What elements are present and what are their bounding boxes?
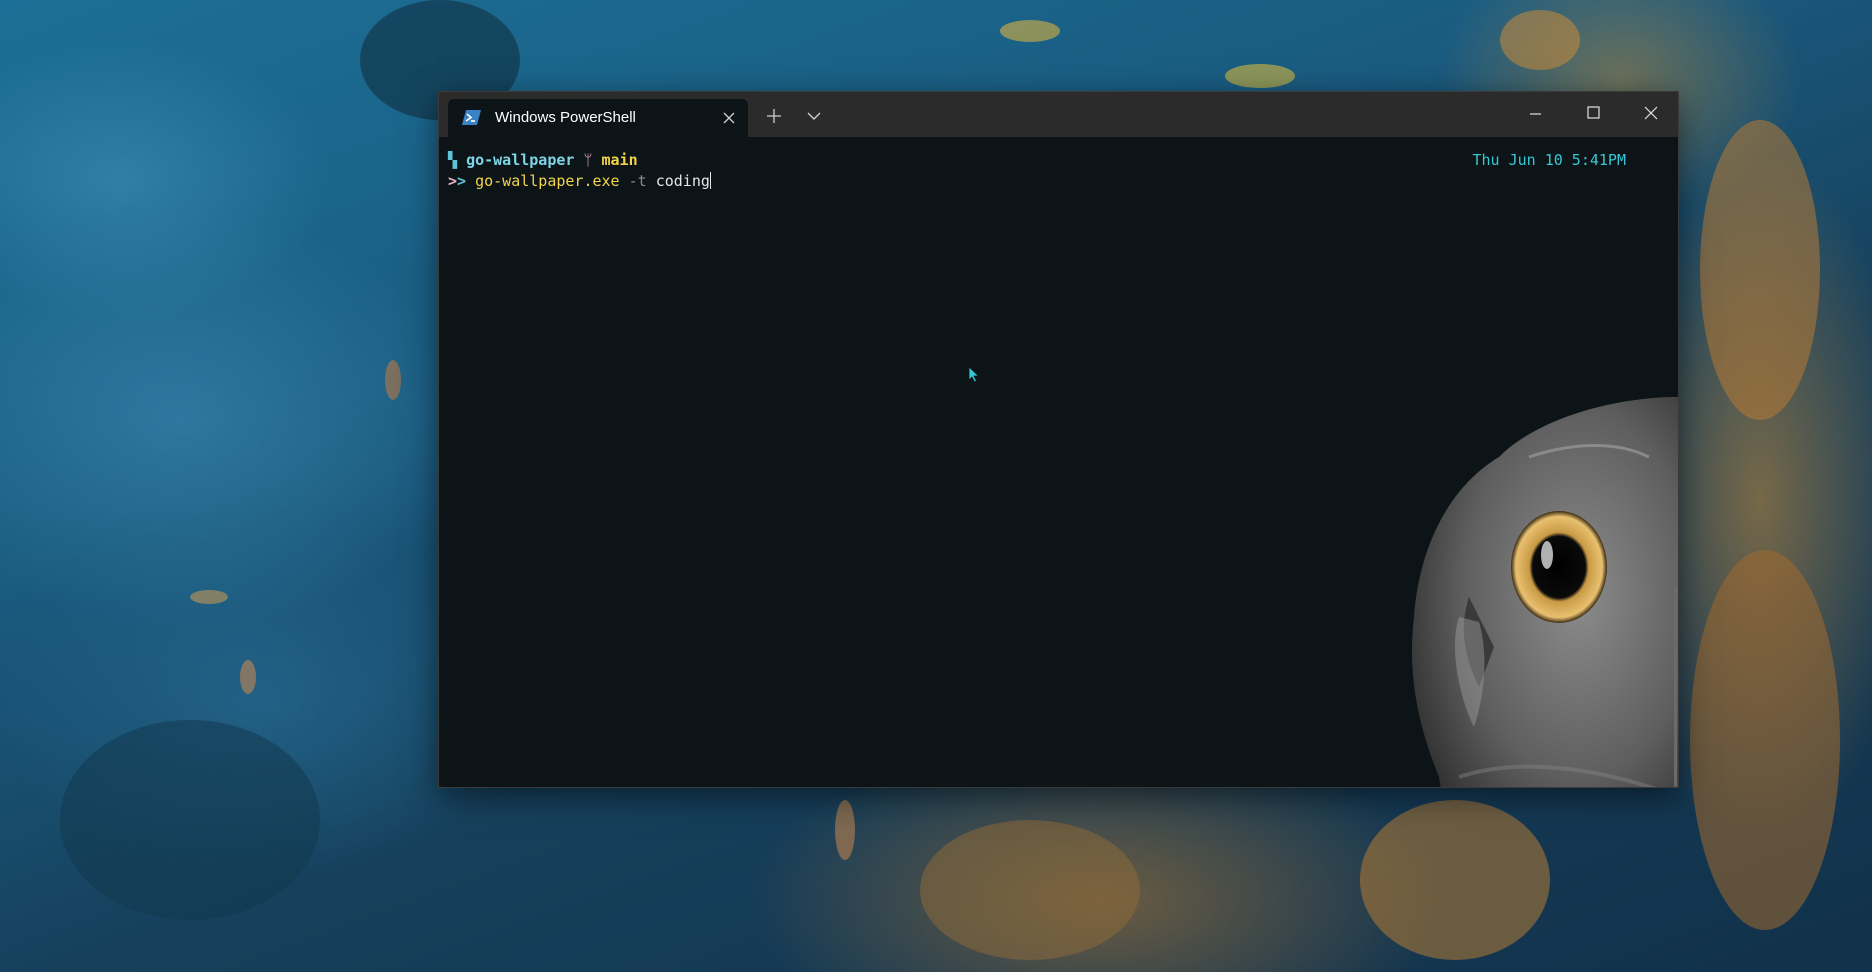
close-icon[interactable] [1622, 92, 1679, 134]
prompt-line: ▚ go-wallpaper ᛘ main [448, 150, 638, 171]
close-icon[interactable] [722, 111, 736, 125]
prompt-directory: go-wallpaper [466, 151, 575, 169]
powershell-icon [462, 110, 481, 125]
chevron-down-icon[interactable] [800, 103, 828, 129]
terminal-window: Windows PowerShell ▚ go-wallpaper ᛘ main… [438, 91, 1679, 788]
vertical-scrollbar[interactable] [1674, 587, 1677, 787]
text-cursor [709, 172, 711, 189]
windows-icon: ▚ [448, 151, 467, 169]
terminal-content[interactable]: ▚ go-wallpaper ᛘ main >> go-wallpaper.ex… [439, 137, 1678, 787]
prompt-chevron-left: > [448, 172, 458, 190]
git-branch-icon: ᛘ [574, 151, 602, 169]
command-argument: coding [655, 172, 710, 190]
tab-title: Windows PowerShell [495, 109, 636, 126]
tab-windows-powershell[interactable]: Windows PowerShell [448, 99, 748, 137]
mouse-pointer-icon [968, 366, 980, 383]
command-line[interactable]: >> go-wallpaper.exe -t coding [448, 171, 711, 192]
prompt-branch: main [601, 151, 638, 169]
prompt-clock: Thu Jun 10 5:41PM [1472, 151, 1626, 169]
command-flag: -t [628, 172, 647, 190]
title-bar[interactable]: Windows PowerShell [439, 92, 1678, 137]
prompt-chevron-right: > [457, 172, 467, 190]
plus-icon[interactable] [759, 103, 789, 129]
owl-background-image [1412, 397, 1678, 787]
minimize-icon[interactable] [1506, 92, 1564, 134]
command-executable: go-wallpaper.exe [475, 172, 620, 190]
maximize-icon[interactable] [1564, 92, 1622, 134]
